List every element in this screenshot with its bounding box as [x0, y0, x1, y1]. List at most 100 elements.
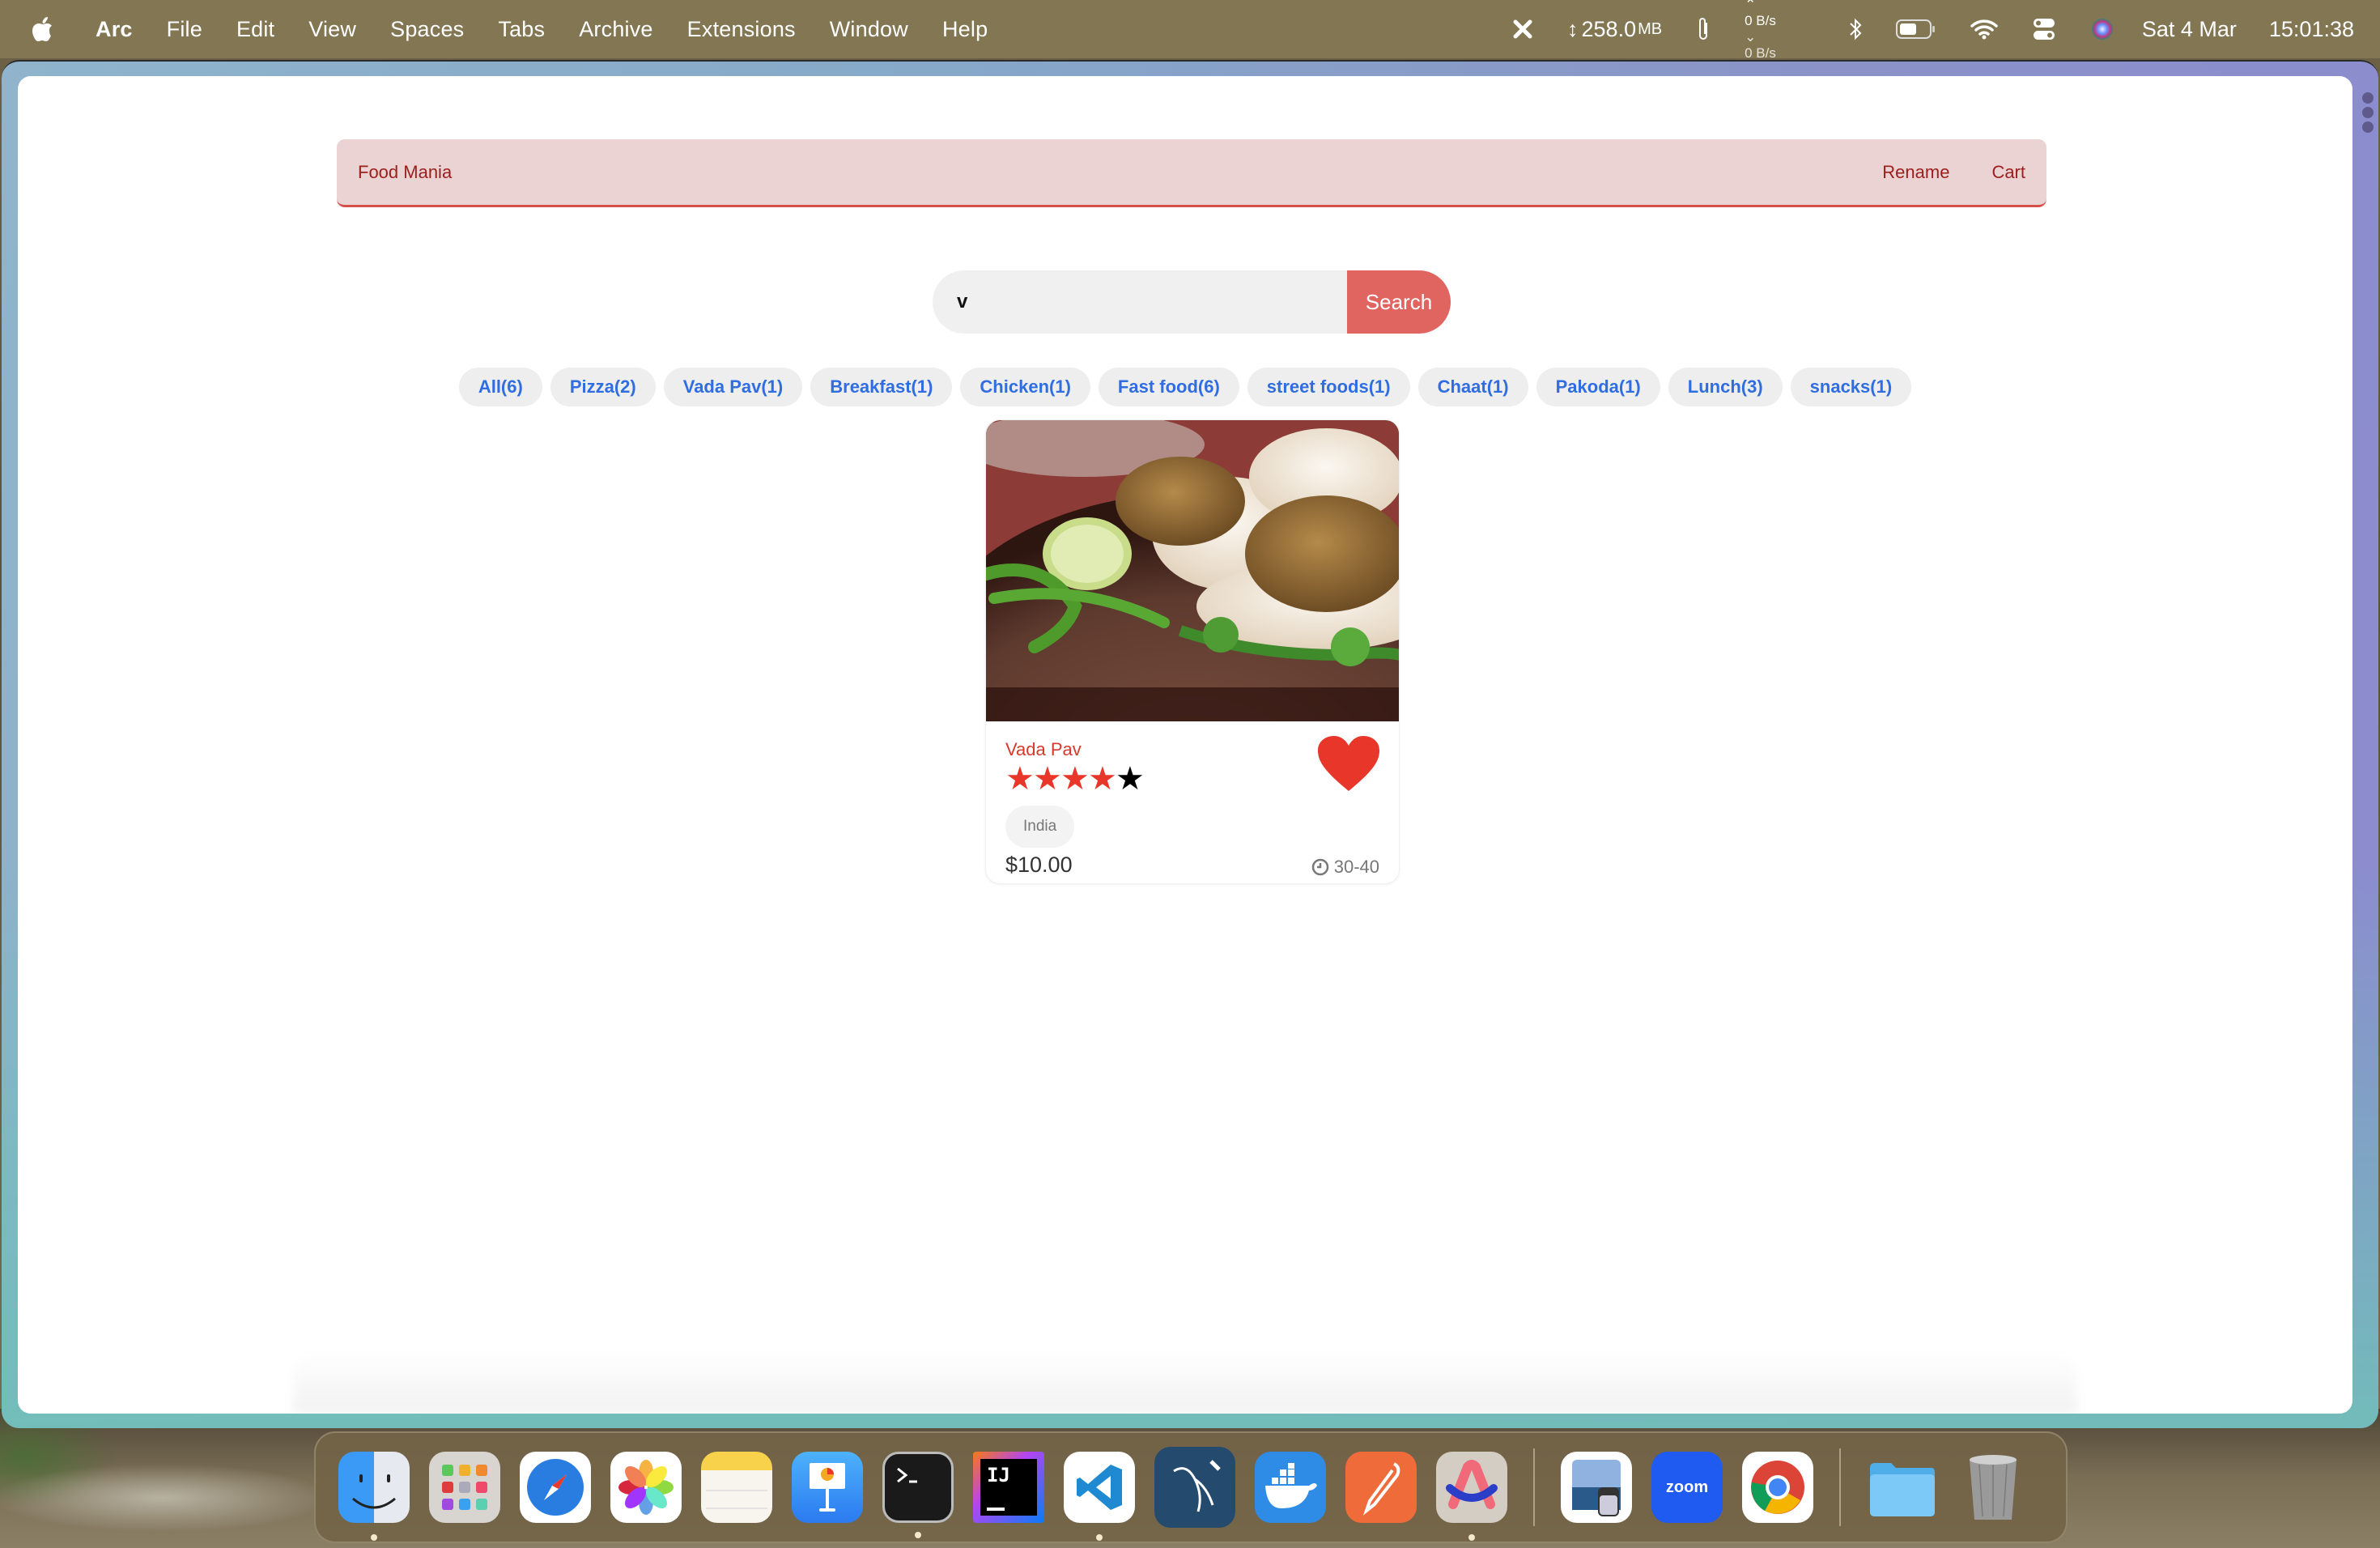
arc-icon — [1446, 1460, 1498, 1509]
dock-chrome[interactable] — [1742, 1452, 1813, 1523]
browser-window: Food Mania Rename Cart Search All(6) Piz… — [2, 60, 2378, 1428]
menu-file[interactable]: File — [167, 17, 202, 42]
tag-chaat[interactable]: Chaat(1) — [1417, 368, 1528, 406]
tag-lunch[interactable]: Lunch(3) — [1668, 368, 1783, 406]
updown-arrow-icon: ↕ — [1567, 16, 1579, 41]
heart-icon[interactable] — [1316, 734, 1381, 793]
dock-postman[interactable] — [1345, 1452, 1417, 1523]
dock-downloads-folder[interactable] — [1867, 1452, 1938, 1523]
menu-window[interactable]: Window — [830, 17, 908, 42]
star-filled-icon: ★ — [1060, 761, 1090, 797]
star-filled-icon: ★ — [1005, 761, 1035, 797]
dock-keynote[interactable] — [792, 1452, 863, 1523]
cook-time-value: 30-40 — [1333, 857, 1379, 877]
menu-help[interactable]: Help — [942, 17, 988, 42]
dock-mysql-workbench[interactable] — [1154, 1447, 1235, 1528]
running-indicator — [1096, 1534, 1103, 1541]
mysql-workbench-icon — [1173, 1460, 1221, 1512]
dock-trash[interactable] — [1957, 1452, 2029, 1523]
control-center-icon[interactable] — [2032, 17, 2056, 41]
tag-pizza[interactable]: Pizza(2) — [550, 368, 656, 406]
memory-value: 258.0 — [1581, 16, 1637, 41]
star-filled-icon: ★ — [1088, 761, 1117, 797]
trash-icon — [1970, 1455, 2017, 1520]
menu-tabs[interactable]: Tabs — [498, 17, 545, 42]
clock-icon — [1311, 858, 1328, 876]
tag-filter-list: All(6) Pizza(2) Vada Pav(1) Breakfast(1)… — [18, 368, 2352, 406]
nav-links: Rename Cart — [1882, 162, 2025, 183]
web-page: Food Mania Rename Cart Search All(6) Piz… — [18, 76, 2352, 1414]
food-image[interactable] — [986, 420, 1399, 721]
tag-street-foods[interactable]: street foods(1) — [1247, 368, 1410, 406]
chrome-icon — [1751, 1461, 1804, 1514]
dock-zoom[interactable]: zoom — [1651, 1452, 1723, 1523]
postman-icon — [1362, 1462, 1400, 1516]
dock-launchpad[interactable] — [429, 1452, 500, 1523]
menu-edit[interactable]: Edit — [236, 17, 274, 42]
dock-finder[interactable] — [338, 1452, 410, 1541]
net-up: 0 B/s — [1745, 13, 1776, 28]
dock-preview[interactable] — [1561, 1452, 1632, 1523]
dock-arc[interactable] — [1436, 1452, 1507, 1541]
dock: IJ zoom — [314, 1431, 2068, 1543]
dock-notes[interactable] — [701, 1452, 772, 1523]
paperclip-icon[interactable] — [1696, 16, 1711, 42]
menubar-date[interactable]: Sat 4 Mar — [2142, 17, 2237, 42]
intellij-label: IJ — [987, 1464, 1010, 1486]
dock-photos[interactable] — [610, 1452, 682, 1523]
memory-monitor[interactable]: ↕ 258.0 MB — [1567, 17, 1662, 42]
launchpad-icon — [442, 1465, 487, 1510]
menu-view[interactable]: View — [308, 17, 356, 42]
network-monitor[interactable]: ⌃ 0 B/s ⌄ 0 B/s — [1745, 0, 1776, 62]
menu-archive[interactable]: Archive — [579, 17, 652, 42]
bluetooth-icon[interactable] — [1849, 17, 1862, 41]
menubar-time[interactable]: 15:01:38 — [2269, 17, 2354, 42]
brand-logo[interactable]: Food Mania — [358, 162, 452, 183]
navbar: Food Mania Rename Cart — [337, 139, 2046, 207]
tag-fast-food[interactable]: Fast food(6) — [1098, 368, 1239, 406]
cook-time: 30-40 — [1311, 857, 1379, 878]
folder-icon — [1870, 1463, 1935, 1516]
running-indicator — [1468, 1534, 1475, 1541]
food-card-body: Vada Pav ★ ★ ★ ★ ★ India $10.00 30-40 — [986, 721, 1399, 883]
apple-menu-icon[interactable] — [31, 15, 55, 44]
safari-icon — [527, 1459, 584, 1516]
siri-icon[interactable] — [2090, 17, 2114, 41]
search-bar: Search — [933, 270, 1451, 334]
memory-unit: MB — [1638, 19, 1663, 38]
tag-all[interactable]: All(6) — [458, 368, 542, 406]
terminal-icon — [897, 1467, 917, 1483]
notes-icon — [706, 1490, 767, 1509]
dock-vscode[interactable] — [1064, 1452, 1135, 1541]
nav-rename-link[interactable]: Rename — [1882, 162, 1949, 183]
search-button[interactable]: Search — [1347, 270, 1451, 334]
dock-separator — [1839, 1448, 1841, 1526]
tag-breakfast[interactable]: Breakfast(1) — [810, 368, 953, 406]
tag-vada-pav[interactable]: Vada Pav(1) — [663, 368, 803, 406]
menu-bar: Arc File Edit View Spaces Tabs Archive E… — [0, 0, 2380, 61]
docker-icon — [1265, 1463, 1317, 1508]
dock-docker[interactable] — [1255, 1452, 1326, 1523]
nav-cart-link[interactable]: Cart — [1991, 162, 2025, 183]
star-filled-icon: ★ — [1033, 761, 1062, 797]
battery-icon[interactable] — [1895, 19, 1936, 40]
net-down: 0 B/s — [1745, 45, 1776, 61]
dock-safari[interactable] — [520, 1452, 591, 1523]
menu-spaces[interactable]: Spaces — [390, 17, 464, 42]
tools-icon[interactable] — [1512, 19, 1533, 40]
window-options-icon[interactable] — [2362, 92, 2374, 133]
wifi-icon[interactable] — [1970, 19, 1998, 40]
dock-terminal[interactable] — [882, 1452, 954, 1538]
tag-snacks[interactable]: snacks(1) — [1790, 368, 1912, 406]
menu-extensions[interactable]: Extensions — [687, 17, 796, 42]
dock-intellij[interactable]: IJ — [973, 1452, 1044, 1523]
tag-chicken[interactable]: Chicken(1) — [960, 368, 1090, 406]
search-input[interactable] — [933, 270, 1347, 334]
download-icon: ⌄ — [1745, 29, 1757, 45]
zoom-label: zoom — [1665, 1478, 1709, 1496]
food-card[interactable]: Vada Pav ★ ★ ★ ★ ★ India $10.00 30-40 — [985, 419, 1400, 884]
finder-icon — [352, 1474, 396, 1509]
menu-app-name[interactable]: Arc — [96, 17, 133, 42]
upload-icon: ⌃ — [1745, 0, 1757, 12]
tag-pakoda[interactable]: Pakoda(1) — [1536, 368, 1660, 406]
